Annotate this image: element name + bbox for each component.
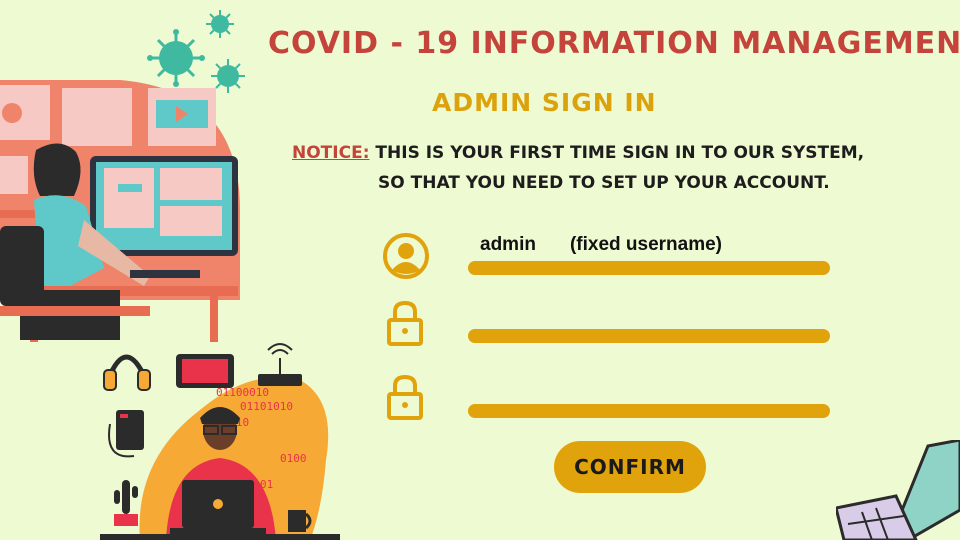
password-field[interactable] [468,329,830,343]
virus-icon [147,29,205,87]
headphones-icon [103,354,151,391]
notice-message: NOTICE: THIS IS YOUR FIRST TIME SIGN IN … [292,138,864,198]
binary-text-4: 0100 [280,452,307,465]
username-value: admin [480,234,536,255]
hard-drive-icon [108,410,144,458]
binary-text-2: 01101010 [240,400,293,413]
corner-laptop-illustration [836,440,960,540]
office-worker-illustration [0,10,245,342]
confirm-password-field[interactable] [468,404,830,418]
lock-icon [387,300,423,346]
virus-icon [211,59,245,93]
notice-label: NOTICE: [292,143,370,163]
binary-text-1: 01100010 [216,386,269,399]
tablet-icon [176,354,234,388]
it-worker-illustration: 01100010 01101010 01010 0100 01 [100,343,340,540]
notice-line-2: SO THAT YOU NEED TO SET UP YOUR ACCOUNT. [378,173,830,193]
username-display: admin (fixed username) [480,234,722,256]
app-title: COVID - 19 INFORMATION MANAGEMENT [268,26,960,61]
notice-line-1: THIS IS YOUR FIRST TIME SIGN IN TO OUR S… [375,143,865,163]
virus-icon [206,10,234,38]
user-circle-icon [383,233,429,279]
cactus-icon [114,480,138,526]
router-icon [258,343,302,386]
laptop-icon [170,480,266,534]
page-title: ADMIN SIGN IN [432,88,657,117]
username-field [468,261,830,275]
confirm-button[interactable]: CONFIRM [554,441,706,493]
username-hint: (fixed username) [569,234,722,255]
lock-icon [387,374,423,420]
